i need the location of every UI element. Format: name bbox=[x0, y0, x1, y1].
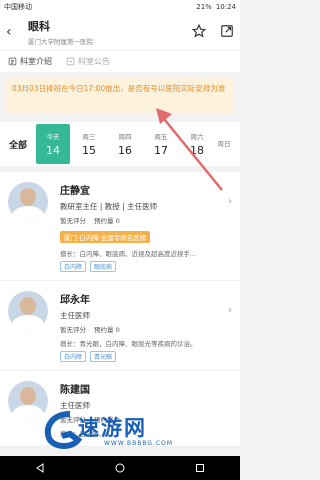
doctor-name: 陈建国 bbox=[60, 385, 90, 396]
home-nav-icon[interactable] bbox=[114, 459, 126, 478]
carrier: 中国移动 bbox=[4, 3, 32, 11]
battery-level: 21% bbox=[196, 3, 212, 11]
tab-intro[interactable]: 科室介绍 bbox=[8, 56, 52, 67]
tag-chip: 白内障 bbox=[60, 261, 87, 272]
tab-announcement[interactable]: 科室公告 bbox=[66, 56, 110, 67]
doctor-name: 邱永年 bbox=[60, 295, 90, 306]
avatar bbox=[8, 182, 48, 222]
doctor-name: 庄静宜 bbox=[60, 186, 90, 197]
tag-chip: 青光眼 bbox=[90, 351, 117, 362]
top-header: ‹ 眼科 厦门大学附属第一医院 bbox=[0, 14, 240, 50]
status-bar: 中国移动 21% 10:24 bbox=[0, 0, 240, 14]
page-title: 眼科 bbox=[28, 20, 50, 33]
clock: 10:24 bbox=[215, 3, 236, 11]
watermark-subtext: WWW.BBBBG.COM bbox=[104, 440, 174, 447]
info-icon bbox=[8, 57, 17, 66]
dept-tabs: 科室介绍 科室公告 bbox=[0, 50, 240, 72]
doctor-booked: 预约量 0 bbox=[94, 217, 120, 225]
date-day[interactable]: 周四 16 bbox=[108, 124, 142, 164]
watermark-text: 速游网 bbox=[78, 416, 147, 440]
doctor-booked: 预约量 0 bbox=[94, 326, 120, 334]
chevron-right-icon: › bbox=[228, 196, 232, 207]
date-day-today[interactable]: 今天 14 bbox=[36, 124, 70, 164]
system-navbar bbox=[0, 456, 240, 480]
doctor-card[interactable]: 庄静宜 教研室主任 | 教授 | 主任医师 暂无评分 预约量 0 厦门·白内障·… bbox=[0, 172, 240, 281]
avatar bbox=[8, 291, 48, 331]
tag-chip: 眼底病 bbox=[90, 261, 117, 272]
star-icon[interactable] bbox=[191, 23, 207, 42]
doctor-list: 庄静宜 教研室主任 | 教授 | 主任医师 暂无评分 预约量 0 厦门·白内障·… bbox=[0, 172, 240, 447]
chevron-right-icon: › bbox=[228, 305, 232, 316]
date-day[interactable]: 周三 15 bbox=[72, 124, 106, 164]
recent-apps-icon[interactable] bbox=[194, 459, 206, 478]
back-nav-icon[interactable] bbox=[34, 459, 46, 478]
hospital-name: 厦门大学附属第一医院 bbox=[28, 38, 93, 46]
doctor-title: 教研室主任 | 教授 | 主任医师 bbox=[60, 202, 158, 211]
doctor-rating: 暂无评分 bbox=[60, 217, 86, 225]
back-icon[interactable]: ‹ bbox=[6, 24, 22, 40]
tag-chip: 白内障 bbox=[60, 351, 87, 362]
doctor-specialty: 擅长：白内障、眼底病、近视及超高度近视手... bbox=[60, 250, 197, 258]
doctor-rating: 暂无评分 bbox=[60, 326, 86, 334]
doctor-title: 主任医师 bbox=[60, 311, 90, 320]
announcement-icon bbox=[66, 57, 75, 66]
doctor-card[interactable]: 邱永年 主任医师 暂无评分 预约量 0 擅长：青光眼，白内障、眼屈光等疾病的诊治… bbox=[0, 281, 240, 371]
honor-badge: 厦门·白内障·全国专病名医榜 bbox=[60, 231, 151, 243]
date-all[interactable]: 全部 bbox=[0, 138, 36, 151]
share-icon[interactable] bbox=[220, 23, 234, 42]
doctor-specialty: 擅长：青光眼，白内障、眼屈光等疾病的诊治。 bbox=[60, 340, 197, 348]
